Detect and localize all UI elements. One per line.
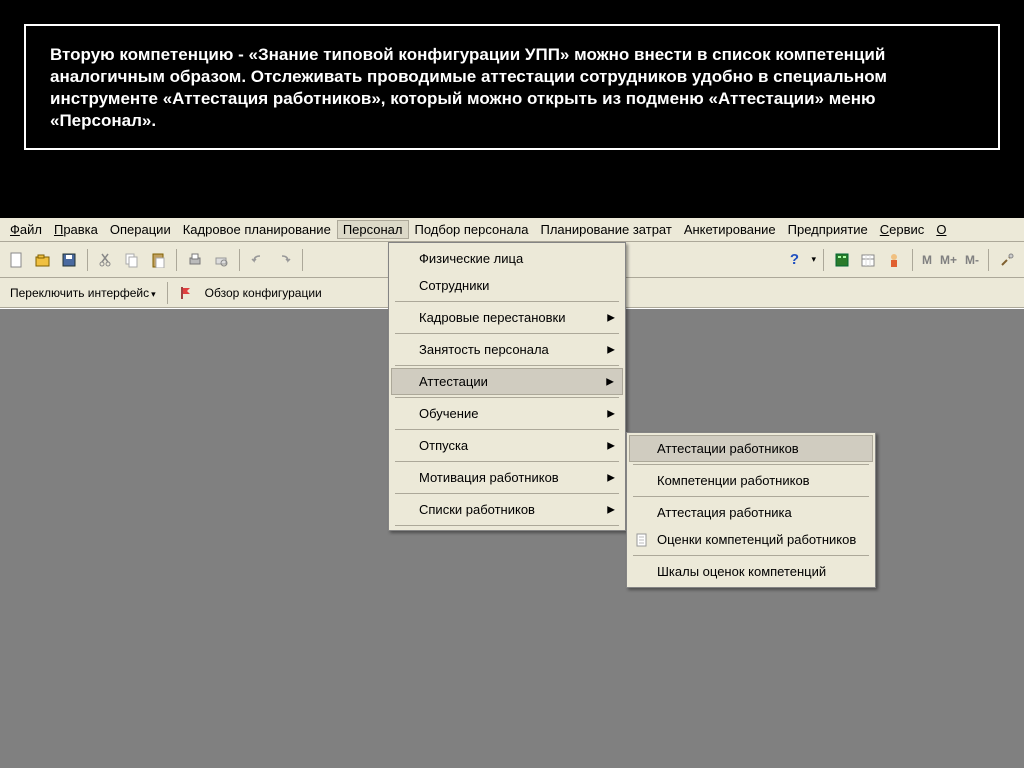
menu-anketing[interactable]: Анкетирование xyxy=(678,220,782,239)
help-icon[interactable]: ? xyxy=(783,249,805,271)
submenu-arrow-icon: ▶ xyxy=(607,472,615,483)
undo-icon[interactable] xyxy=(247,249,269,271)
menu-separator xyxy=(395,461,619,462)
cut-icon[interactable] xyxy=(95,249,117,271)
toolbar-separator xyxy=(302,249,303,271)
menu-separator xyxy=(395,301,619,302)
menu-item-obuchenie[interactable]: Обучение▶ xyxy=(391,400,623,427)
menu-item-motivacia[interactable]: Мотивация работников▶ xyxy=(391,464,623,491)
dropdown-arrow-icon[interactable]: ▾ xyxy=(811,254,816,265)
memory-m-button[interactable]: M xyxy=(920,253,934,267)
submenu-item-ocenki[interactable]: Оценки компетенций работников xyxy=(629,526,873,553)
menu-bar: Файл Правка Операции Кадровое планирован… xyxy=(0,218,1024,242)
menu-personal[interactable]: Персонал xyxy=(337,220,409,239)
menu-enterprise[interactable]: Предприятие xyxy=(782,220,874,239)
menu-separator xyxy=(395,493,619,494)
menu-item-fiz-lica[interactable]: Физические лица xyxy=(391,245,623,272)
person-icon[interactable] xyxy=(883,249,905,271)
config-overview-button[interactable]: Обзор конфигурации xyxy=(201,286,326,300)
menu-separator xyxy=(633,464,869,465)
open-icon[interactable] xyxy=(32,249,54,271)
toolbar-separator xyxy=(988,249,989,271)
tools-icon[interactable] xyxy=(996,249,1018,271)
copy-icon[interactable] xyxy=(121,249,143,271)
submenu-arrow-icon: ▶ xyxy=(607,344,615,355)
menu-item-otpuska[interactable]: Отпуска▶ xyxy=(391,432,623,459)
menu-separator xyxy=(395,429,619,430)
menu-separator xyxy=(633,555,869,556)
menu-service[interactable]: Сервис xyxy=(874,220,931,239)
dropdown-attestacii: Аттестации работников Компетенции работн… xyxy=(626,432,876,588)
memory-mminus-button[interactable]: M- xyxy=(963,253,981,267)
submenu-item-shkaly[interactable]: Шкалы оценок компетенций xyxy=(629,558,873,585)
paste-icon[interactable] xyxy=(147,249,169,271)
menu-edit[interactable]: Правка xyxy=(48,220,104,239)
slide-frame: Вторую компетенцию - «Знание типовой кон… xyxy=(24,24,1000,150)
print-icon[interactable] xyxy=(184,249,206,271)
print-preview-icon[interactable] xyxy=(210,249,232,271)
switch-interface-button[interactable]: Переключить интерфейс▾ xyxy=(6,286,160,300)
toolbar-separator xyxy=(167,282,168,304)
menu-kadr-planning[interactable]: Кадровое планирование xyxy=(177,220,337,239)
menu-planning-costs[interactable]: Планирование затрат xyxy=(535,220,678,239)
menu-separator xyxy=(395,365,619,366)
save-icon[interactable] xyxy=(58,249,80,271)
menu-separator xyxy=(395,333,619,334)
menu-operations[interactable]: Операции xyxy=(104,220,177,239)
toolbar-separator xyxy=(87,249,88,271)
slide-description: Вторую компетенцию - «Знание типовой кон… xyxy=(50,44,974,132)
memory-mplus-button[interactable]: M+ xyxy=(938,253,959,267)
toolbar-separator xyxy=(912,249,913,271)
menu-podbor[interactable]: Подбор персонала xyxy=(409,220,535,239)
dropdown-personal: Физические лица Сотрудники Кадровые пере… xyxy=(388,242,626,531)
calc-icon[interactable] xyxy=(831,249,853,271)
submenu-arrow-icon: ▶ xyxy=(607,408,615,419)
menu-separator xyxy=(395,397,619,398)
menu-separator xyxy=(633,496,869,497)
menu-item-attestacii[interactable]: Аттестации▶ xyxy=(391,368,623,395)
document-icon xyxy=(634,532,650,548)
calendar-icon[interactable] xyxy=(857,249,879,271)
submenu-item-att-rabotnikov[interactable]: Аттестации работников xyxy=(629,435,873,462)
menu-windows[interactable]: О xyxy=(930,220,952,239)
submenu-arrow-icon: ▶ xyxy=(607,312,615,323)
menu-item-spiski[interactable]: Списки работников▶ xyxy=(391,496,623,523)
toolbar-separator xyxy=(176,249,177,271)
new-doc-icon[interactable] xyxy=(6,249,28,271)
submenu-arrow-icon: ▶ xyxy=(607,440,615,451)
submenu-arrow-icon: ▶ xyxy=(607,504,615,515)
toolbar-separator xyxy=(239,249,240,271)
menu-file[interactable]: Файл xyxy=(4,220,48,239)
flag-icon[interactable] xyxy=(175,282,197,304)
menu-item-sotrudniki[interactable]: Сотрудники xyxy=(391,272,623,299)
submenu-item-att-rabotnika[interactable]: Аттестация работника xyxy=(629,499,873,526)
menu-item-zanyatost[interactable]: Занятость персонала▶ xyxy=(391,336,623,363)
submenu-arrow-icon: ▶ xyxy=(606,376,614,387)
menu-item-kadr-perestanovki[interactable]: Кадровые перестановки▶ xyxy=(391,304,623,331)
redo-icon[interactable] xyxy=(273,249,295,271)
submenu-item-kompetencii[interactable]: Компетенции работников xyxy=(629,467,873,494)
menu-separator xyxy=(395,525,619,526)
toolbar-separator xyxy=(823,249,824,271)
